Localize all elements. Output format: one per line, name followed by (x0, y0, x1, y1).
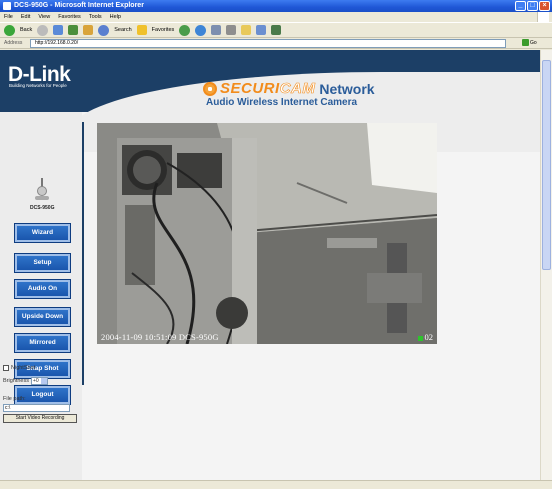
research-icon[interactable] (271, 25, 282, 35)
refresh-icon[interactable] (68, 25, 79, 35)
mail-icon[interactable] (211, 25, 222, 35)
back-icon[interactable] (4, 24, 15, 36)
brand-network: Network (319, 80, 375, 97)
home-icon[interactable] (83, 25, 94, 35)
ie-icon (3, 2, 11, 10)
nightshot-label: NightShot (11, 365, 36, 371)
search-icon[interactable] (98, 24, 110, 36)
favorites-button-label[interactable]: Favorites (152, 27, 175, 33)
signal-icon (417, 335, 423, 341)
menu-bar: File Edit View Favorites Tools Help (0, 12, 552, 22)
brightness-select[interactable]: +0 (31, 377, 48, 385)
filepath-label: File path: (3, 396, 26, 402)
page-viewport: D-Link Building Networks for People SECU… (0, 50, 540, 480)
window-titlebar: DCS-950G - Microsoft Internet Explorer _… (0, 0, 552, 12)
window-title: DCS-950G - Microsoft Internet Explorer (14, 2, 144, 9)
securicam-logo: SECURI CAM Network (203, 80, 375, 97)
page-header: D-Link Building Networks for People SECU… (0, 50, 540, 152)
media-icon[interactable] (179, 24, 191, 36)
forward-icon[interactable] (37, 24, 49, 36)
menu-item-view[interactable]: View (38, 12, 50, 22)
brand-securi: SECURI (220, 80, 280, 97)
camera-model: DCS-950G (30, 205, 55, 211)
camera-timestamp: 2004-11-09 10:51:09 DCS-950G (101, 332, 219, 342)
sidebar-divider (82, 122, 84, 385)
camera-live-view: 2004-11-09 10:51:09 DCS-950G 02 (97, 123, 437, 344)
stop-icon[interactable] (53, 25, 64, 35)
camera-product-icon (35, 178, 49, 200)
securicam-icon (203, 81, 217, 96)
browser-toolbar: Back Search Favorites (0, 22, 552, 38)
windows-flag-icon (537, 12, 549, 22)
sidebar: DCS-950G Wizard Setup Audio On Upside Do… (0, 112, 82, 480)
wizard-button[interactable]: Wizard (14, 223, 71, 243)
start-recording-button[interactable]: Start Video Recording (3, 414, 77, 423)
brand-cam: CAM (279, 80, 316, 98)
address-input[interactable]: http://192.168.0.20/ (30, 39, 506, 48)
nightshot-control: NightShot (3, 365, 35, 371)
scrollbar-thumb[interactable] (542, 60, 551, 270)
close-icon[interactable]: × (539, 1, 550, 11)
print-icon[interactable] (226, 25, 237, 35)
history-icon[interactable] (195, 24, 207, 36)
messenger-icon[interactable] (256, 25, 267, 35)
setup-button[interactable]: Setup (14, 253, 71, 273)
mirrored-button[interactable]: Mirrored (14, 333, 71, 353)
audio-on-button[interactable]: Audio On (14, 279, 71, 299)
maximize-icon[interactable]: □ (527, 1, 538, 11)
menu-item-help[interactable]: Help (110, 12, 121, 22)
page-subtitle: Audio Wireless Internet Camera (206, 97, 358, 108)
search-button-label[interactable]: Search (114, 27, 131, 33)
address-bar: Address http://192.168.0.20/ Go (0, 38, 552, 49)
menu-item-tools[interactable]: Tools (89, 12, 102, 22)
go-icon (522, 39, 529, 47)
menu-item-edit[interactable]: Edit (21, 12, 30, 22)
menu-item-file[interactable]: File (4, 12, 13, 22)
go-button[interactable]: Go (522, 39, 548, 48)
address-label: Address (4, 40, 23, 46)
dlink-tagline: Building Networks for People (9, 83, 67, 88)
upside-down-button[interactable]: Upside Down (14, 307, 71, 327)
filepath-input[interactable]: c:\ (3, 404, 70, 412)
brightness-control: Brightness +0 (3, 377, 48, 385)
minimize-icon[interactable]: _ (515, 1, 526, 11)
brightness-label: Brightness (3, 378, 29, 384)
favorites-icon[interactable] (136, 25, 147, 35)
vertical-scrollbar[interactable] (540, 50, 552, 480)
back-button-label[interactable]: Back (20, 27, 32, 33)
menu-item-favorites[interactable]: Favorites (58, 12, 81, 22)
camera-status-text: 02 (424, 332, 434, 342)
go-label: Go (530, 40, 537, 46)
camera-status: 02 (417, 332, 434, 342)
nightshot-checkbox[interactable] (3, 365, 9, 371)
folder-icon[interactable] (241, 25, 252, 35)
camera-scene (97, 123, 437, 344)
window-controls: _ □ × (515, 1, 550, 11)
status-bar (0, 480, 552, 489)
